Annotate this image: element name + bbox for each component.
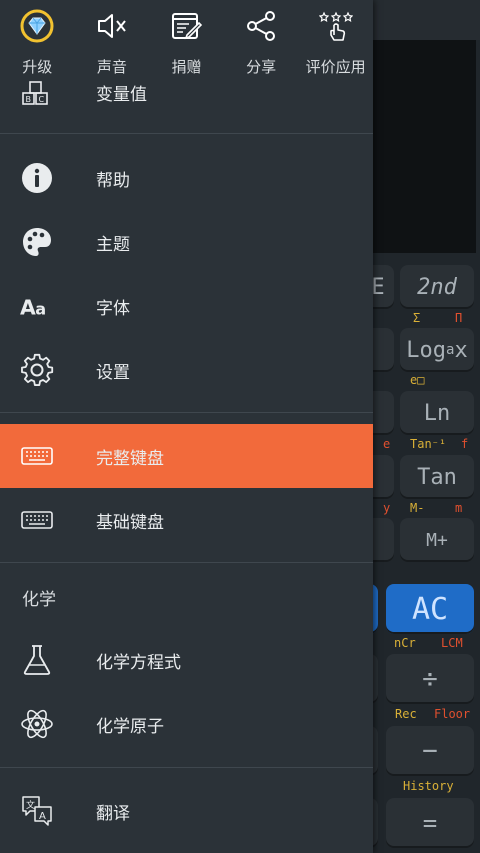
label-lcm: LCM [441, 636, 463, 650]
menu-item-chemical-equation[interactable]: 化学方程式 [0, 628, 373, 692]
menu-label-chemical-atom: 化学原子 [96, 716, 164, 737]
label-f: f [461, 437, 469, 451]
navigation-drawer: 升级 声音 捐赠 分享 评价应用 B C 变量值 帮助 主题 A a 字体 设置… [0, 0, 373, 853]
menu-item-full-keyboard[interactable]: 完整键盘 [0, 424, 373, 488]
font-icon: A a [20, 289, 54, 323]
label-m-minus: M- [410, 501, 425, 515]
menu-item-settings[interactable]: 设置 [0, 338, 373, 402]
rate-app-icon [318, 11, 353, 41]
key-m-plus[interactable]: M+ [400, 518, 474, 562]
svg-text:A: A [39, 811, 46, 822]
keyboard-icon [20, 503, 54, 537]
svg-text:A: A [20, 296, 36, 320]
menu-label-translate: 翻译 [96, 803, 130, 824]
label-e: e [383, 437, 391, 451]
key-ln[interactable]: Ln [400, 391, 474, 435]
label-history: History [403, 779, 454, 793]
menu-item-help[interactable]: 帮助 [0, 146, 373, 210]
menu-label-chemical-equation: 化学方程式 [96, 652, 181, 673]
menu-item-font[interactable]: A a 字体 [0, 274, 373, 338]
label-floor: Floor [434, 707, 471, 721]
menu-label-full-keyboard: 完整键盘 [96, 448, 164, 469]
diamond-icon [20, 9, 54, 43]
info-icon [20, 161, 54, 195]
label-m: m [455, 501, 463, 515]
label-tan-inv: Tan⁻¹ [410, 437, 447, 451]
donate-icon [172, 13, 203, 40]
divider [0, 412, 373, 413]
menu-label-font: 字体 [96, 298, 130, 319]
divider [0, 767, 373, 768]
label-pi: Π [455, 311, 463, 325]
atom-icon [20, 707, 54, 741]
share-icon [247, 11, 276, 41]
menu-item-chemical-atom[interactable]: 化学原子 [0, 692, 373, 756]
menu-label-basic-keyboard: 基础键盘 [96, 512, 164, 533]
section-header-chemistry: 化学 [22, 590, 56, 610]
abc-blocks-icon: B C [20, 76, 54, 110]
menu-label-theme: 主题 [96, 234, 130, 255]
key-tan[interactable]: Tan [400, 455, 474, 499]
translate-icon: 文 A [20, 794, 54, 828]
key-log[interactable]: Log a x [400, 328, 474, 372]
svg-text:C: C [39, 95, 45, 104]
label-e-box: e□ [410, 373, 425, 387]
menu-item-variables[interactable]: B C 变量值 [0, 62, 373, 126]
key-equals[interactable]: = [386, 798, 474, 848]
label-rec: Rec [395, 707, 417, 721]
divider [0, 562, 373, 563]
label-y: y [383, 501, 391, 515]
label-ncr: nCr [394, 636, 416, 650]
svg-text:B: B [26, 95, 32, 104]
svg-text:文: 文 [26, 799, 35, 811]
label-sigma: Σ [413, 311, 421, 325]
key-ac[interactable]: AC [386, 584, 474, 634]
svg-text:a: a [35, 300, 46, 319]
key-divide[interactable]: ÷ [386, 654, 474, 704]
keyboard-icon [20, 439, 54, 473]
sound-off-icon [97, 14, 126, 38]
key-minus[interactable]: − [386, 726, 474, 776]
divider [0, 133, 373, 134]
menu-label-variables: 变量值 [96, 85, 147, 105]
menu-label-help: 帮助 [96, 170, 130, 191]
menu-item-theme[interactable]: 主题 [0, 210, 373, 274]
menu-item-basic-keyboard[interactable]: 基础键盘 [0, 488, 373, 552]
key-2nd[interactable]: 2nd [400, 265, 474, 309]
gear-icon [20, 353, 54, 387]
flask-icon [20, 643, 54, 677]
palette-icon [20, 225, 54, 259]
menu-item-translate[interactable]: 文 A 翻译 [0, 779, 373, 843]
menu-label-settings: 设置 [96, 362, 130, 383]
